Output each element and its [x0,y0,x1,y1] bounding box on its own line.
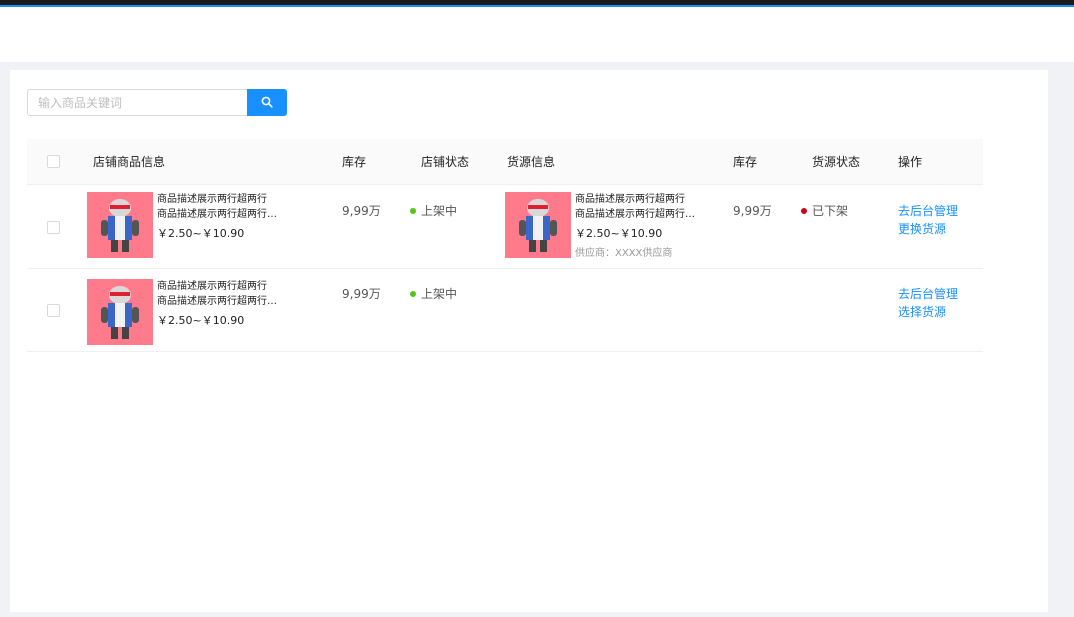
status-on-dot-icon [410,290,416,297]
table-header: 店铺商品信息 库存 店铺状态 货源信息 库存 货源状态 操作 [27,139,983,185]
header-actions: 操作 [898,155,923,169]
status-off-dot-icon [801,207,807,214]
product-image[interactable] [87,279,153,345]
product-image[interactable] [87,192,153,258]
select-all-checkbox[interactable] [47,155,60,168]
source-image[interactable] [505,192,571,258]
manage-backend-link[interactable]: 去后台管理 [898,285,958,302]
row-checkbox[interactable] [47,304,60,317]
page-header [0,7,1074,62]
change-source-link[interactable]: 更换货源 [898,220,946,237]
search-bar [27,89,287,116]
row-checkbox[interactable] [47,221,60,234]
search-icon [261,93,273,112]
source-supplier: 供应商：XXXX供应商 [575,248,673,259]
manage-backend-link[interactable]: 去后台管理 [898,202,958,219]
source-desc-line1: 商品描述展示两行超两行 [575,194,685,205]
header-source-status: 货源状态 [812,155,861,169]
source-status-badge: 已下架 [801,202,848,219]
source-desc-line2: 商品描述展示两行超两行… [575,209,695,220]
search-input[interactable] [27,89,247,116]
source-status-label: 已下架 [812,204,849,218]
table-row: 商品描述展示两行超两行 商品描述展示两行超两行… ￥2.50~￥10.90 9,… [27,185,983,269]
header-shop-product: 店铺商品信息 [93,155,166,169]
header-source-info: 货源信息 [507,155,556,169]
header-stock: 库存 [342,155,367,169]
stock-value: 9,99万 [342,204,381,218]
shop-status-label: 上架中 [421,287,458,301]
top-accent-bar [0,0,1074,7]
table-row: 商品描述展示两行超两行 商品描述展示两行超两行… ￥2.50~￥10.90 9,… [27,269,983,352]
source-price: ￥2.50~￥10.90 [575,227,663,240]
shop-status-badge: 上架中 [410,285,457,302]
product-desc-line1: 商品描述展示两行超两行 [157,194,267,205]
product-desc-line2: 商品描述展示两行超两行… [157,296,277,307]
header-shop-status: 店铺状态 [421,155,470,169]
shop-status-label: 上架中 [421,204,458,218]
product-price: ￥2.50~￥10.90 [157,227,245,240]
search-button[interactable] [247,89,287,116]
product-desc-line1: 商品描述展示两行超两行 [157,281,267,292]
product-price: ￥2.50~￥10.90 [157,314,245,327]
status-on-dot-icon [410,207,416,214]
shop-status-badge: 上架中 [410,202,457,219]
stock-value: 9,99万 [342,287,381,301]
product-desc-line2: 商品描述展示两行超两行… [157,209,277,220]
content-card: 店铺商品信息 库存 店铺状态 货源信息 库存 货源状态 操作 [10,70,1048,612]
source-stock-value: 9,99万 [733,204,772,218]
product-table: 店铺商品信息 库存 店铺状态 货源信息 库存 货源状态 操作 商品描述展示两行超… [27,139,983,352]
header-source-stock: 库存 [733,155,758,169]
select-source-link[interactable]: 选择货源 [898,303,946,320]
